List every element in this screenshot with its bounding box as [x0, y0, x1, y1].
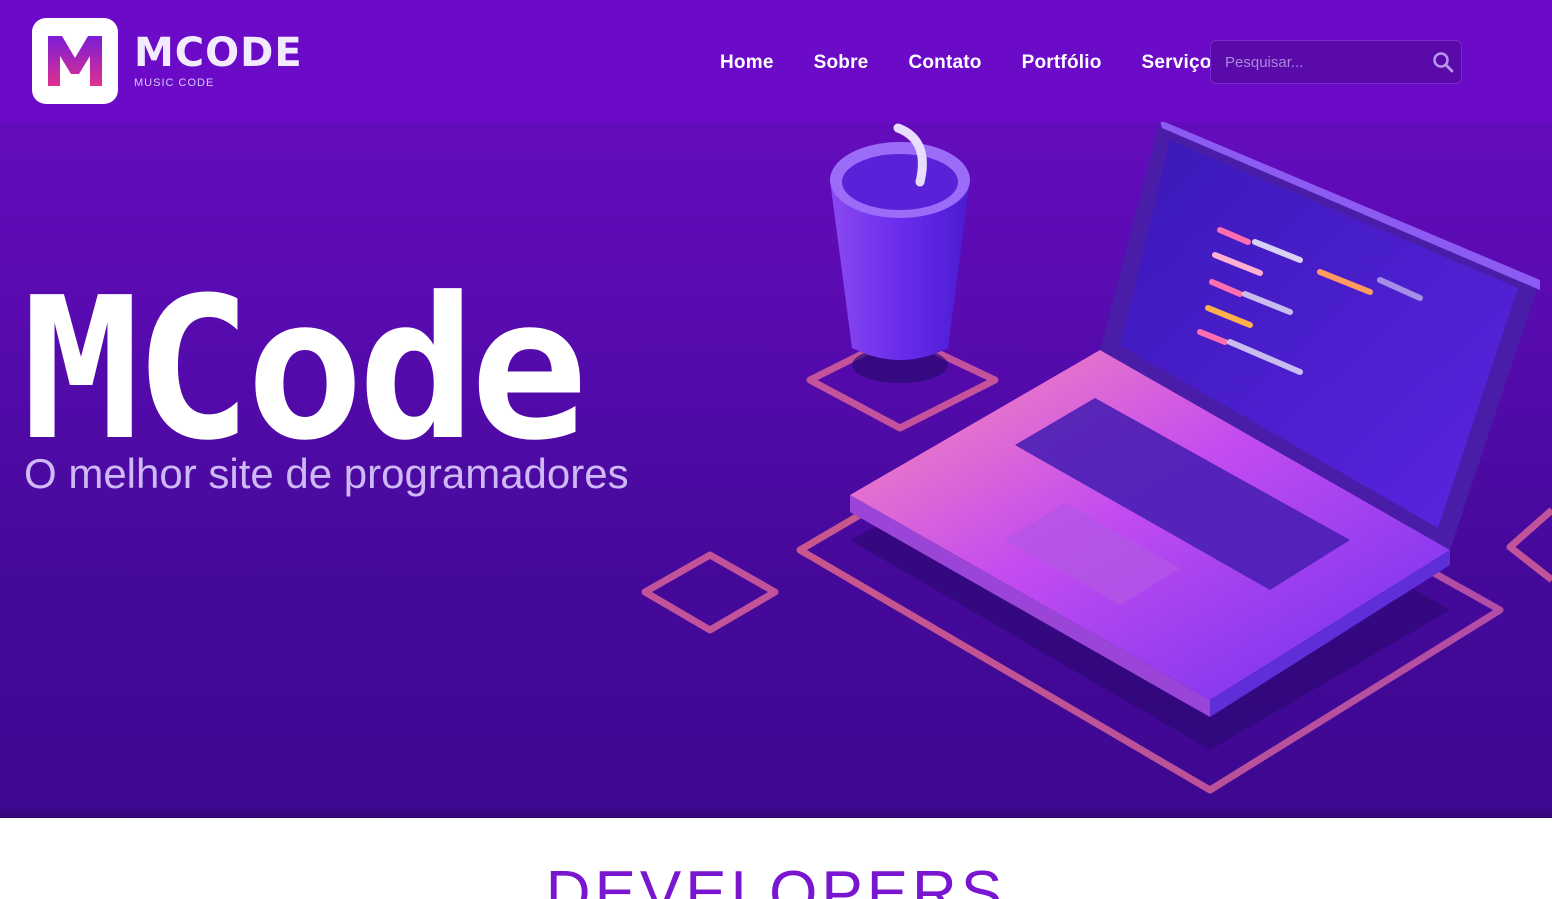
- laptop-code-illustration: [641, 120, 1552, 794]
- main-nav: Home Sobre Contato Portfólio Serviços: [716, 44, 1242, 82]
- search-icon: [1432, 52, 1453, 73]
- logo-tagline: MUSIC CODE: [134, 77, 215, 89]
- logo-text: MCODE MUSIC CODE: [134, 33, 303, 89]
- nav-item-portfolio[interactable]: Portfólio: [1002, 44, 1122, 82]
- nav-item-contato[interactable]: Contato: [888, 44, 1001, 82]
- nav-item-home[interactable]: Home: [716, 44, 794, 82]
- search-button[interactable]: [1424, 41, 1461, 83]
- nav-item-sobre[interactable]: Sobre: [794, 44, 889, 82]
- logo-mark-icon: [32, 18, 118, 104]
- site-header: MCODE MUSIC CODE Home Sobre Contato Port…: [0, 0, 1552, 122]
- section-heading: DEVELOPERS: [545, 859, 1007, 899]
- search-box: [1210, 40, 1462, 84]
- hero-subtitle: O melhor site de programadores: [24, 450, 629, 497]
- search-input[interactable]: [1211, 41, 1424, 83]
- brand-logo[interactable]: MCODE MUSIC CODE: [32, 18, 303, 104]
- hero-banner: MCODE MUSIC CODE Home Sobre Contato Port…: [0, 0, 1552, 818]
- logo-word: MCODE: [134, 30, 303, 76]
- hero-title: MCode: [22, 256, 588, 484]
